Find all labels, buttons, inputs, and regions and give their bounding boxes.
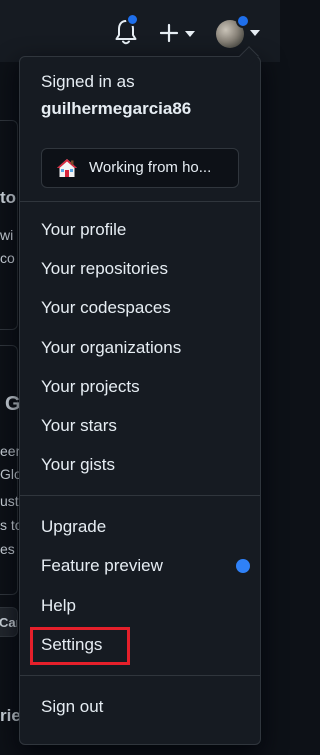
house-icon [57,159,77,177]
background-text: wi [0,227,14,243]
username: guilhermegarcia86 [41,99,192,118]
background-text: rie [0,706,19,725]
background-button: Car [0,607,18,637]
feature-preview-indicator [236,559,250,573]
background-text: Glo [0,466,19,482]
background-text: es a [0,541,19,557]
background-text: ust [0,493,19,509]
menu-item-feature-preview[interactable]: Feature preview [41,556,163,576]
background-text: co [0,250,15,266]
background-heading: to [0,188,17,207]
menu-item-your-profile[interactable]: Your profile [41,220,126,240]
set-status-button[interactable]: Working from ho... [41,148,239,188]
plus-icon[interactable] [160,22,198,44]
settings-highlight-box [30,627,130,665]
background-text: eer [0,443,19,459]
signed-in-label: Signed in as [41,72,135,91]
background-text: s to [0,517,19,533]
menu-item-your-codespaces[interactable]: Your codespaces [41,298,171,318]
background-card [0,120,18,330]
menu-item-your-projects[interactable]: Your projects [41,377,140,397]
chevron-down-icon[interactable] [250,30,260,36]
menu-divider [20,201,260,202]
background-heading: G [5,393,19,415]
menu-item-your-stars[interactable]: Your stars [41,416,117,436]
menu-item-your-repositories[interactable]: Your repositories [41,259,168,279]
user-menu-dropdown: Signed in as guilhermegarcia86 Working f… [19,46,261,745]
menu-item-your-gists[interactable]: Your gists [41,455,115,475]
avatar-status-indicator [236,14,250,28]
status-label: Working from ho... [89,159,212,176]
menu-divider [20,675,260,676]
notification-indicator [126,13,139,26]
header-bar [0,0,280,62]
menu-item-help[interactable]: Help [41,596,76,616]
menu-item-sign-out[interactable]: Sign out [41,697,103,717]
menu-divider [20,495,260,496]
menu-item-your-organizations[interactable]: Your organizations [41,338,181,358]
menu-item-upgrade[interactable]: Upgrade [41,517,106,537]
